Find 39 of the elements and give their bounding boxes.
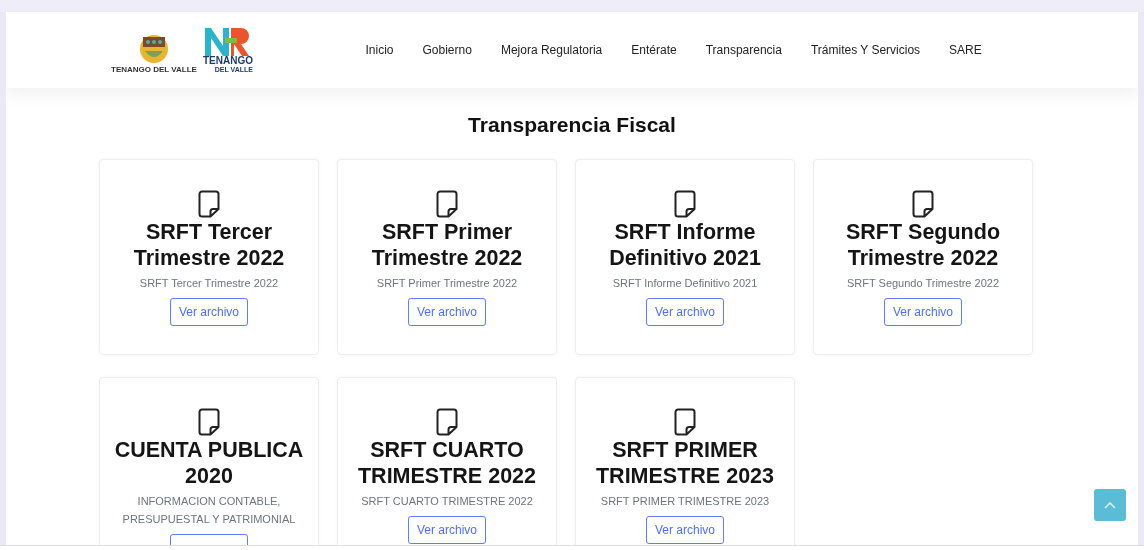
nr-logo-icon [202, 26, 251, 56]
view-file-button[interactable]: Ver archivo [408, 298, 486, 326]
chevron-up-icon [1104, 501, 1116, 509]
document-icon [674, 190, 696, 218]
card-title: SRFT PRIMER TRIMESTRE 2023 [595, 437, 775, 489]
document-icon [198, 190, 220, 218]
nav-link[interactable]: Entérate [616, 43, 692, 57]
card-description: INFORMACION CONTABLE, PRESUPUESTAL Y PATRIMONIAL [121, 494, 297, 527]
nav-link[interactable]: Trámites Y Servicios [796, 43, 935, 57]
card-title: SRFT Primer Trimestre 2022 [370, 219, 524, 271]
card-description: SRFT CUARTO TRIMESTRE 2022 [361, 494, 533, 509]
view-file-button[interactable]: Ver archivo [884, 298, 962, 326]
document-icon [674, 408, 696, 436]
card-title: CUENTA PUBLICA 2020 [113, 437, 305, 489]
view-file-button[interactable]: Ver archivo [170, 298, 248, 326]
card-title: SRFT CUARTO TRIMESTRE 2022 [357, 437, 537, 489]
card-description: SRFT Tercer Trimestre 2022 [139, 276, 279, 291]
nav-link[interactable]: SARE [934, 43, 997, 57]
nav-link[interactable]: Gobierno [408, 43, 487, 57]
nav-link[interactable]: Inicio [351, 43, 408, 57]
card-description: SRFT PRIMER TRIMESTRE 2023 [600, 494, 770, 509]
logo-caption: TENANGO DEL VALLE [111, 65, 197, 74]
card-description: SRFT Segundo Trimestre 2022 [846, 276, 999, 291]
card-description: SRFT Informe Definitivo 2021 [612, 276, 758, 291]
document-icon [436, 408, 458, 436]
view-file-button[interactable]: Ver archivo [646, 298, 724, 326]
card-title: SRFT Informe Definitivo 2021 [608, 219, 762, 271]
card-description: SRFT Primer Trimestre 2022 [376, 276, 518, 291]
view-file-button[interactable]: Ver archivo [646, 516, 724, 544]
card-title: SRFT Segundo Trimestre 2022 [844, 219, 1002, 271]
page-title: Transparencia Fiscal [468, 112, 676, 138]
card-title: SRFT Tercer Trimestre 2022 [132, 219, 286, 271]
view-file-button[interactable]: Ver archivo [408, 516, 486, 544]
nav-link[interactable]: Mejora Regulatoria [486, 43, 617, 57]
logo-text: TENANGO [202, 56, 253, 66]
document-icon [436, 190, 458, 218]
nav-link[interactable]: Transparencia [691, 43, 797, 57]
document-icon [912, 190, 934, 218]
document-icon [198, 408, 220, 436]
